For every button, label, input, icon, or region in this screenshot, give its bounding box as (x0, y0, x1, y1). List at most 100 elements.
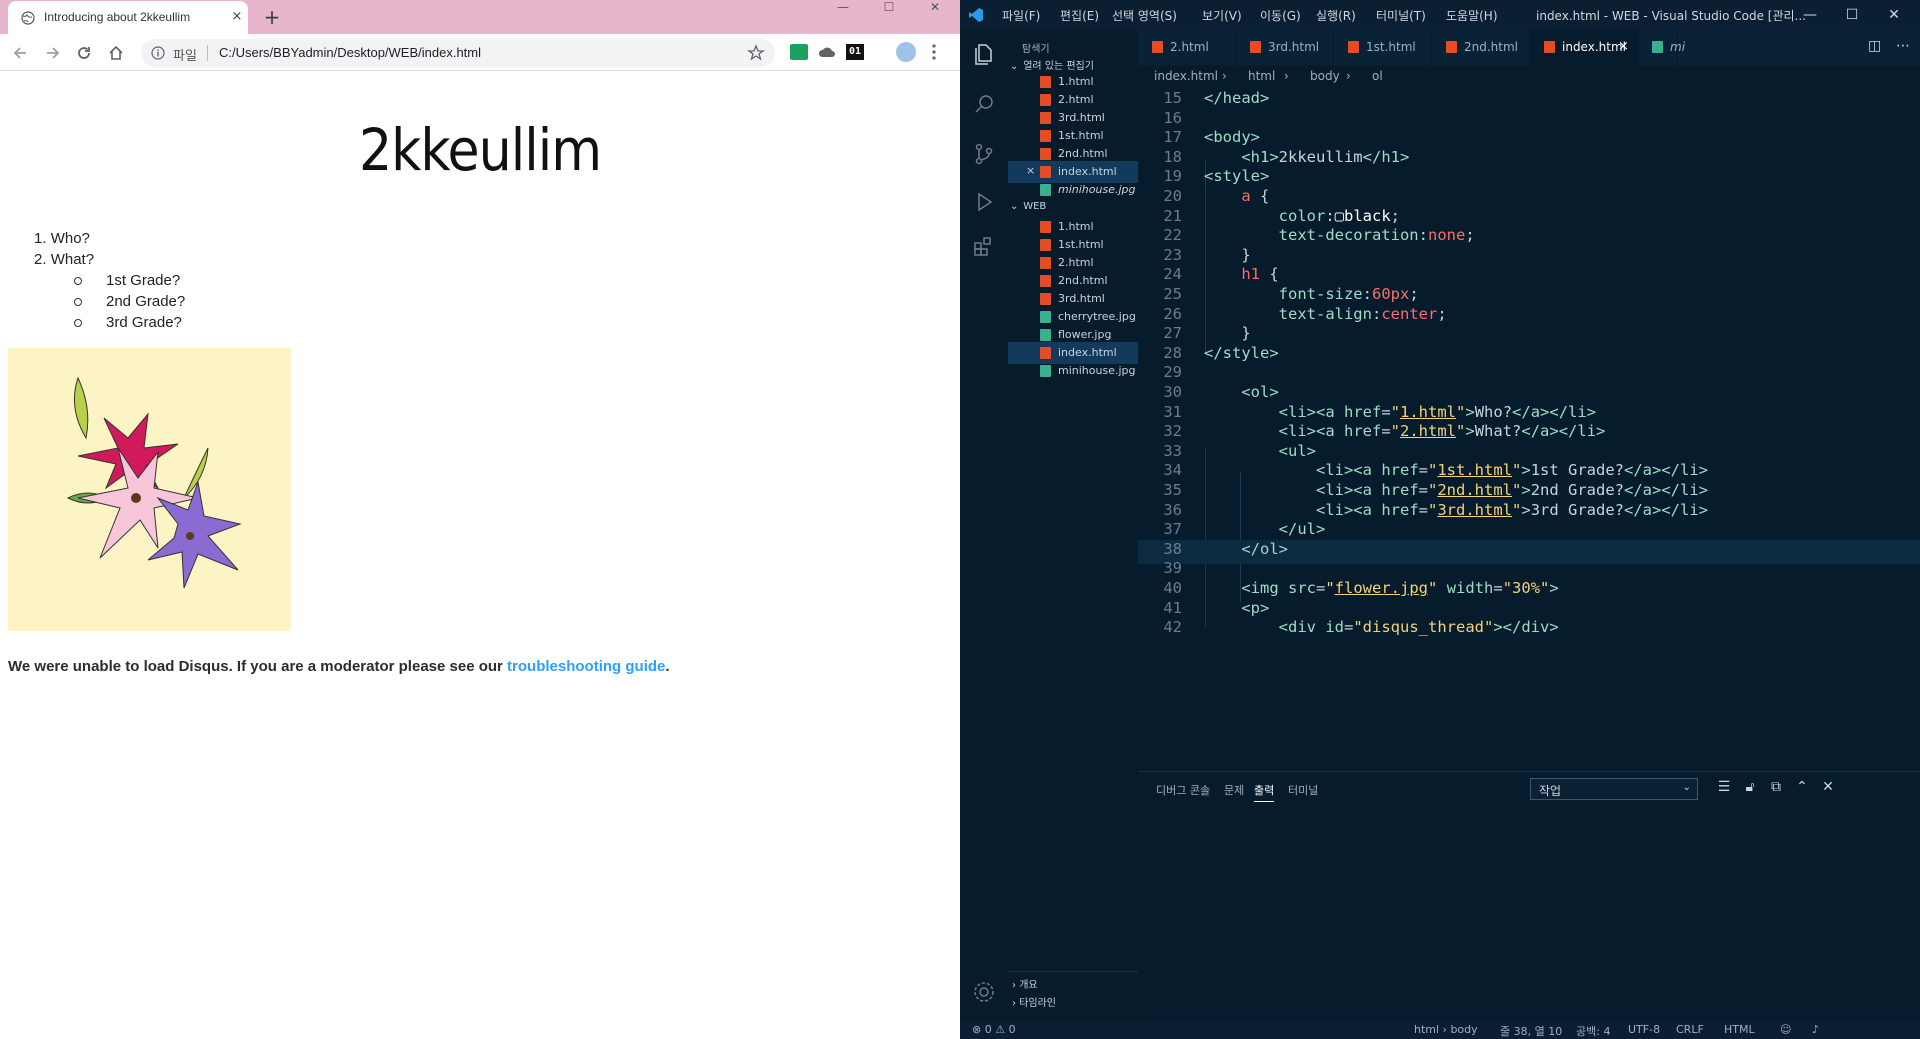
extensions-icon[interactable] (972, 234, 996, 258)
link-what[interactable]: What? (51, 251, 94, 268)
menu-terminal[interactable]: 터미널(T) (1376, 7, 1426, 24)
tab-output[interactable]: 출력 (1254, 782, 1275, 802)
editor-tab[interactable]: 2nd.html (1432, 30, 1530, 65)
editor-area: 2.html 3rd.html 1st.html 2nd.html index.html… (1138, 30, 1920, 771)
menu-selection[interactable]: 선택 영역(S) (1112, 7, 1177, 24)
extension-green-icon[interactable] (790, 44, 808, 60)
tab-close-icon[interactable]: × (230, 10, 244, 24)
html-file-icon (1040, 112, 1051, 124)
url-text[interactable]: C:/Users/BBYadmin/Desktop/WEB/index.html (219, 45, 481, 60)
editor-tab[interactable]: 1st.html (1334, 30, 1432, 65)
language-status[interactable]: HTML (1724, 1023, 1755, 1036)
maximize-button[interactable]: ☐ (866, 0, 912, 14)
code-text: </ul> (1278, 520, 1326, 539)
editor-tab[interactable]: 2.html (1138, 30, 1236, 65)
avatar[interactable] (896, 42, 916, 62)
run-debug-icon[interactable] (972, 190, 996, 214)
html-file-icon (1544, 41, 1555, 53)
home-icon[interactable] (106, 43, 126, 63)
code-editor[interactable]: 15 </head> 16 17 <body> 18 <h1>2kkeullim</h1>… (1138, 87, 1920, 771)
cloud-extension-icon[interactable] (818, 44, 836, 60)
reload-icon[interactable] (74, 43, 94, 63)
more-actions-icon[interactable]: ⋯ (1896, 38, 1910, 54)
tab-problems[interactable]: 문제 (1224, 782, 1244, 798)
encoding-status[interactable]: UTF-8 (1628, 1023, 1660, 1036)
close-panel-icon[interactable]: ✕ (1820, 779, 1836, 795)
html-file-icon (1348, 41, 1359, 53)
breadcrumb-sep: › (1284, 69, 1289, 83)
bookmark-star-icon[interactable] (747, 44, 765, 62)
breadcrumb-file[interactable]: index.html (1154, 69, 1218, 83)
breadcrumb-ol[interactable]: ol (1372, 69, 1383, 83)
outline-header[interactable]: › 개요 (1012, 976, 1038, 991)
editor-tab[interactable]: index.html × (1530, 30, 1638, 65)
vscode-close-button[interactable]: ✕ (1884, 5, 1904, 25)
image-file-icon (1040, 184, 1051, 196)
menu-file[interactable]: 파일(F) (1002, 7, 1040, 24)
search-icon[interactable] (972, 92, 996, 116)
tab-debug-console[interactable]: 디버그 콘솔 (1156, 782, 1210, 798)
maximize-panel-icon[interactable]: ⌃ (1794, 779, 1810, 795)
file-item[interactable]: minihouse.jpg (1008, 360, 1138, 382)
link-3rd-grade[interactable]: 3rd Grade? (88, 312, 185, 333)
open-in-editor-icon[interactable]: ⧉ (1768, 779, 1784, 795)
explorer-icon[interactable] (972, 42, 996, 66)
close-tab-icon[interactable]: × (1618, 39, 1629, 54)
html-file-icon (1040, 166, 1051, 178)
file-name: minihouse.jpg (1058, 183, 1136, 196)
close-window-button[interactable]: ✕ (912, 0, 958, 14)
breadcrumb-body[interactable]: body (1310, 69, 1340, 83)
minimize-button[interactable]: — (820, 0, 866, 14)
code-text: <li><a href="1.html">Who?</a></li> (1278, 402, 1597, 421)
vscode-minimize-button[interactable]: — (1800, 5, 1820, 25)
settings-gear-icon[interactable] (972, 980, 996, 1004)
vscode-maximize-button[interactable]: ☐ (1842, 5, 1862, 25)
workspace-header[interactable]: ⌄ WEB (1010, 201, 1046, 212)
problems-status[interactable]: ⊗ 0 ⚠ 0 (972, 1023, 1016, 1036)
menu-edit[interactable]: 편집(E) (1060, 7, 1099, 24)
menu-view[interactable]: 보기(V) (1202, 7, 1242, 24)
link-1st-grade[interactable]: 1st Grade? (88, 270, 185, 291)
forward-icon[interactable] (42, 43, 62, 63)
lock-scroll-icon[interactable]: 🔓︎ (1742, 779, 1758, 795)
file-item[interactable]: minihouse.jpg (1008, 179, 1138, 201)
file-name: 1.html (1058, 220, 1094, 233)
line-number: 19 (1163, 167, 1182, 186)
open-editors-header[interactable]: ⌄ 열려 있는 편집기 (1010, 57, 1094, 72)
back-icon[interactable] (11, 43, 31, 63)
browser-tab[interactable]: Introducing about 2kkeullim × (8, 1, 248, 34)
eol-status[interactable]: CRLF (1676, 1023, 1704, 1036)
info-icon[interactable] (151, 46, 165, 60)
file-name: index.html (1058, 346, 1117, 359)
editor-tab[interactable]: mi (1638, 30, 1685, 65)
tab-terminal[interactable]: 터미널 (1288, 782, 1318, 798)
menu-help[interactable]: 도움말(H) (1446, 7, 1498, 24)
editor-tab[interactable]: 3rd.html (1236, 30, 1334, 65)
more-menu-icon[interactable] (928, 43, 940, 61)
status-breadcrumb[interactable]: html › body (1414, 1023, 1478, 1036)
breadcrumb-html[interactable]: html (1248, 69, 1275, 83)
editor-tab-bar: 2.html 3rd.html 1st.html 2nd.html index.html… (1138, 30, 1920, 65)
source-control-icon[interactable] (972, 142, 996, 166)
menu-go[interactable]: 이동(G) (1260, 7, 1301, 24)
troubleshooting-link[interactable]: troubleshooting guide (507, 658, 665, 675)
indentation-status[interactable]: 공백: 4 (1576, 1023, 1610, 1039)
menu-run[interactable]: 실행(R) (1316, 7, 1356, 24)
bell-icon[interactable]: ♪ (1812, 1023, 1819, 1036)
address-bar[interactable]: 파일 C:/Users/BBYadmin/Desktop/WEB/index.h… (141, 39, 775, 67)
feedback-icon[interactable]: ☺ (1780, 1023, 1791, 1036)
clear-output-icon[interactable]: ☰ (1716, 779, 1732, 795)
close-editor-icon[interactable]: × (1026, 164, 1035, 177)
html-file-icon (1152, 41, 1163, 53)
extension-01-icon[interactable]: 01 (846, 44, 864, 60)
list-item-what[interactable]: 2. What? (34, 249, 185, 270)
cursor-position[interactable]: 줄 38, 열 10 (1500, 1023, 1562, 1039)
timeline-header[interactable]: › 타임라인 (1012, 994, 1056, 1009)
split-editor-icon[interactable]: ◫ (1868, 38, 1881, 54)
link-2nd-grade[interactable]: 2nd Grade? (88, 291, 185, 312)
output-channel-select[interactable]: 작업 ⌄ (1530, 778, 1698, 800)
new-tab-button[interactable]: + (262, 7, 282, 28)
link-who[interactable]: Who? (51, 230, 90, 247)
file-name: flower.jpg (1058, 328, 1112, 341)
list-item-who[interactable]: 1. Who? (34, 228, 185, 249)
